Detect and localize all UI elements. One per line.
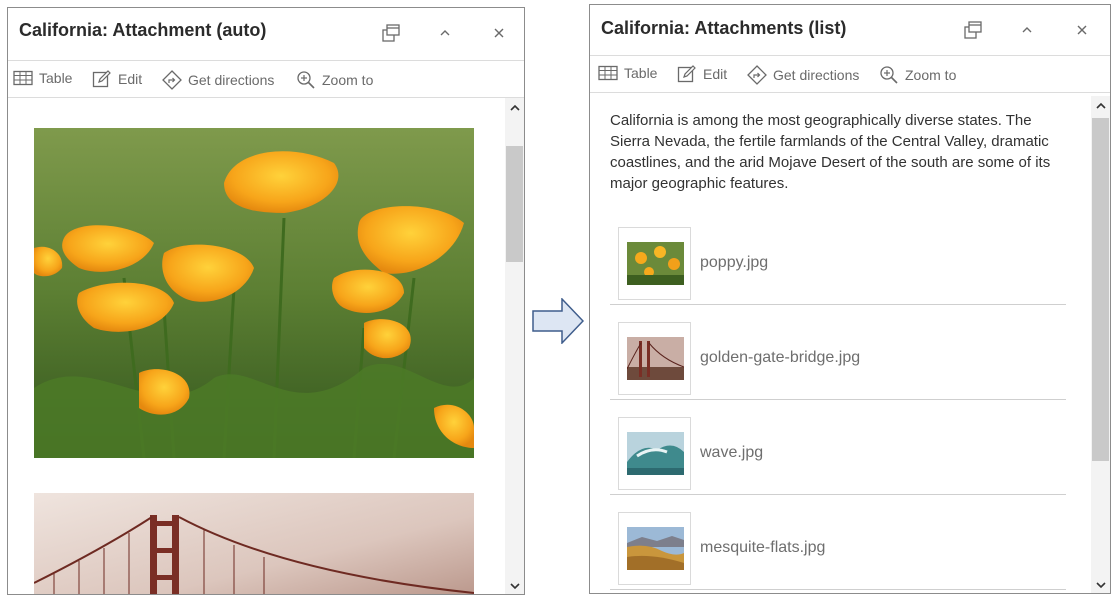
attachment-filename: golden-gate-bridge.jpg: [700, 349, 861, 366]
edit-icon: [677, 65, 696, 83]
table-icon: [13, 70, 33, 86]
attachment-item[interactable]: mesquite-flats.jpg: [610, 495, 1066, 590]
poppy-image[interactable]: [34, 128, 474, 458]
table-label: Table: [39, 70, 73, 86]
edit-action[interactable]: Edit: [677, 65, 727, 83]
panel-title: California: Attachment (auto): [19, 20, 267, 40]
table-action[interactable]: Table: [598, 65, 657, 81]
scroll-down-icon[interactable]: [1091, 577, 1110, 593]
attachment-filename: poppy.jpg: [700, 254, 769, 271]
chevron-up-icon: [440, 30, 450, 36]
attachment-thumbnail: [618, 512, 691, 585]
dock-icon: [964, 21, 982, 39]
table-action[interactable]: Table: [13, 70, 72, 86]
scroll-up-icon[interactable]: [505, 100, 524, 116]
edit-action[interactable]: Edit: [92, 70, 142, 88]
edit-label: Edit: [703, 66, 728, 82]
attachment-list-panel: California: Attachments (list) Table Edi…: [589, 4, 1111, 594]
attachment-filename: mesquite-flats.jpg: [700, 539, 826, 556]
get-directions-label: Get directions: [773, 67, 860, 83]
zoom-in-icon: [880, 66, 898, 84]
chevron-up-icon: [1022, 27, 1032, 33]
attachments-content: California is among the most geographica…: [590, 96, 1091, 593]
collapse-button[interactable]: [432, 20, 458, 46]
attachment-filename: wave.jpg: [700, 444, 764, 461]
attachment-item[interactable]: wave.jpg: [610, 400, 1066, 495]
zoom-to-label: Zoom to: [322, 72, 374, 88]
scroll-down-icon[interactable]: [505, 578, 524, 594]
scrollbar[interactable]: [1091, 96, 1110, 593]
scroll-thumb[interactable]: [1092, 118, 1109, 461]
scrollbar[interactable]: [505, 98, 524, 594]
attachment-item[interactable]: golden-gate-bridge.jpg: [610, 305, 1066, 400]
attachment-item[interactable]: poppy.jpg: [610, 210, 1066, 305]
edit-label: Edit: [118, 71, 143, 87]
zoom-in-icon: [297, 71, 315, 89]
scroll-up-icon[interactable]: [1091, 98, 1110, 114]
attachments-content: [8, 98, 505, 594]
dock-button[interactable]: [960, 17, 986, 43]
dock-icon: [382, 24, 400, 42]
attachment-thumbnail: [618, 227, 691, 300]
attachment-thumbnail: [618, 322, 691, 395]
table-label: Table: [624, 65, 658, 81]
panel-title: California: Attachments (list): [601, 18, 847, 38]
get-directions-action[interactable]: Get directions: [747, 65, 859, 85]
golden-gate-bridge-image[interactable]: [34, 493, 474, 594]
attachment-thumbnail: [618, 417, 691, 490]
action-toolbar: Table Edit Get directions Zoom to: [590, 56, 1110, 93]
collapse-button[interactable]: [1014, 17, 1040, 43]
edit-icon: [92, 70, 111, 88]
directions-icon: [162, 70, 182, 90]
get-directions-label: Get directions: [188, 72, 275, 88]
zoom-to-action[interactable]: Zoom to: [879, 65, 956, 85]
zoom-to-label: Zoom to: [905, 67, 957, 83]
close-button[interactable]: [1069, 17, 1095, 43]
get-directions-action[interactable]: Get directions: [162, 70, 274, 90]
panel-header: California: Attachments (list): [590, 5, 1110, 56]
feature-description: California is among the most geographica…: [610, 112, 1051, 192]
directions-icon: [747, 65, 767, 85]
right-arrow-icon: [532, 298, 584, 344]
close-icon: [494, 28, 504, 38]
close-button[interactable]: [486, 20, 512, 46]
scroll-thumb[interactable]: [506, 146, 523, 262]
close-icon: [1077, 25, 1087, 35]
table-icon: [598, 65, 618, 81]
zoom-to-action[interactable]: Zoom to: [296, 70, 373, 90]
action-toolbar: Table Edit Get directions Zoom to: [8, 61, 524, 98]
dock-button[interactable]: [378, 20, 404, 46]
panel-header: California: Attachment (auto): [8, 8, 524, 61]
attachment-auto-panel: California: Attachment (auto) Table Edit…: [7, 7, 525, 595]
